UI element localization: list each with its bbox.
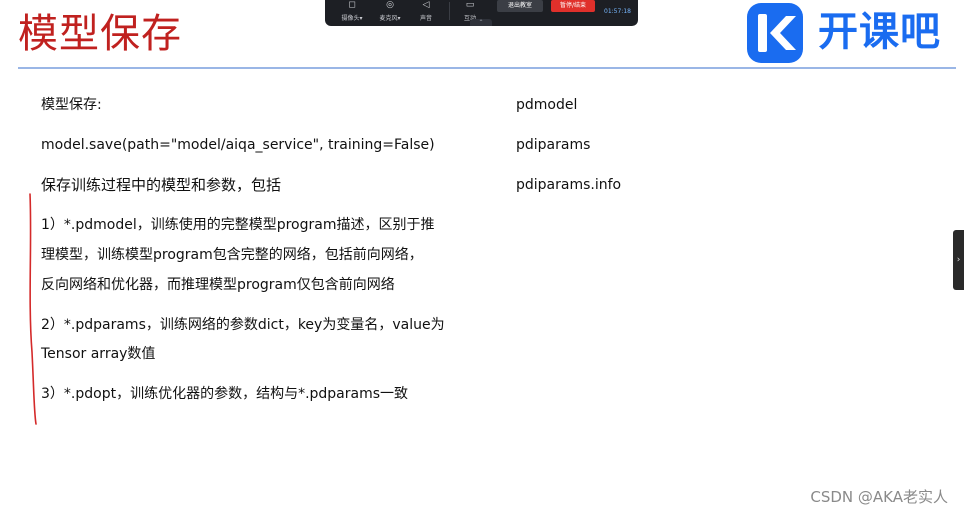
item1-line: 1）*.pdmodel，训练使用的完整模型program描述，区别于推 [41, 217, 435, 233]
handwritten-annotation [29, 193, 37, 425]
speaker-button[interactable]: ◁ 声音 [411, 0, 441, 24]
interaction-icon: ▭ [465, 0, 475, 10]
toolbar-collapse-handle[interactable]: ⌃ [470, 19, 492, 26]
microphone-icon: ◎ [386, 0, 394, 10]
title-divider [18, 67, 956, 69]
file-name-pdiparams: pdiparams [516, 137, 591, 153]
camera-icon: ◻ [348, 0, 356, 10]
section-heading: 模型保存: [41, 97, 102, 113]
speaker-icon: ◁ [422, 0, 430, 10]
end-class-button[interactable]: 暂停/结束 [551, 0, 595, 12]
item3-line: 3）*.pdopt，训练优化器的参数，结构与*.pdparams一致 [41, 386, 409, 402]
class-timer: 01:57:18 [604, 8, 631, 15]
slide-title: 模型保存 [18, 11, 182, 57]
intro-text: 保存训练过程中的模型和参数，包括 [41, 176, 282, 194]
file-name-pdmodel: pdmodel [516, 97, 578, 113]
item2-line: Tensor array数值 [41, 346, 156, 362]
microphone-button[interactable]: ◎ 麦克风▾ [371, 0, 409, 24]
kaikeba-logo-icon [747, 3, 803, 63]
toolbar-separator [449, 2, 450, 20]
item1-line: 理模型，训练模型program包含完整的网络，包括前向网络， [41, 247, 423, 263]
exit-classroom-button[interactable]: 退出教室 [497, 0, 543, 12]
item2-line: 2）*.pdparams，训练网络的参数dict，key为变量名，value为 [41, 317, 445, 333]
item1-line: 反向网络和优化器，而推理模型program仅包含前向网络 [41, 277, 395, 293]
file-name-pdiparams-info: pdiparams.info [516, 177, 622, 193]
camera-button[interactable]: ◻ 摄像头▾ [333, 0, 371, 24]
watermark: CSDN @AKA老实人 [810, 488, 948, 506]
speaker-label: 声音 [419, 15, 432, 22]
side-panel-toggle[interactable]: › [953, 230, 964, 290]
code-line: model.save(path="model/aiqa_service", tr… [41, 137, 435, 153]
meeting-toolbar: ◻ 摄像头▾ ◎ 麦克风▾ ◁ 声音 ▭ 互动 退出教室 暂停/结束 01:57… [325, 0, 638, 26]
camera-label: 摄像头▾ [341, 15, 363, 22]
logo-text: 开课吧 [818, 9, 941, 55]
chevron-right-icon: › [956, 255, 961, 265]
microphone-label: 麦克风▾ [379, 15, 401, 22]
